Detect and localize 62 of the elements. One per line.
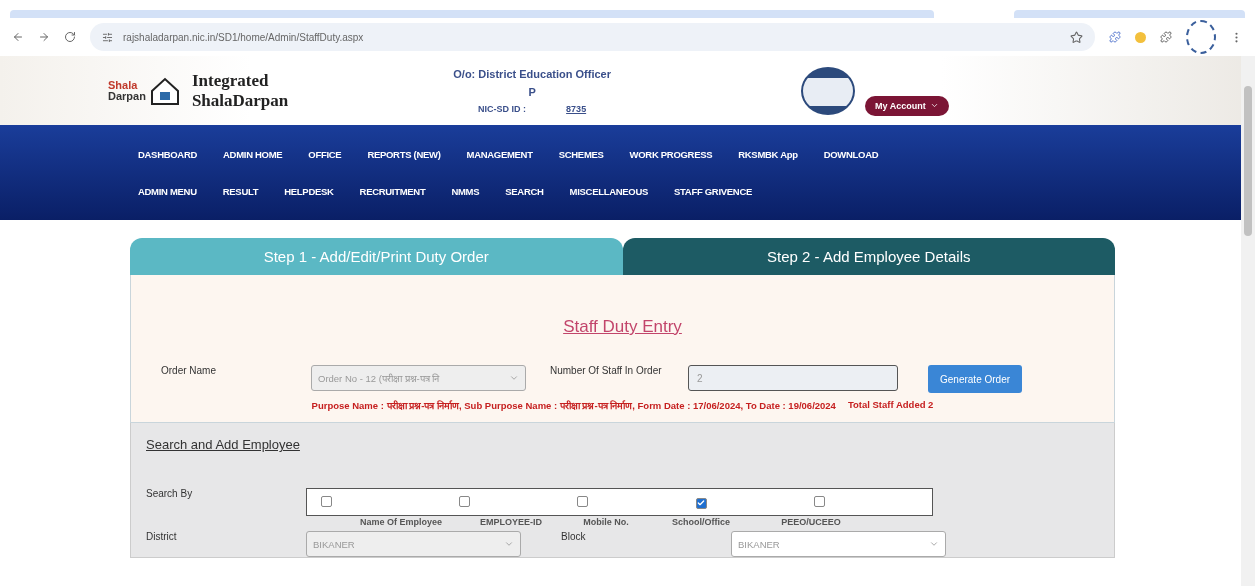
generate-order-button[interactable]: Generate Order (928, 365, 1023, 393)
address-bar[interactable]: rajshaladarpan.nic.in/SD1/home/Admin/StaffDuty.aspx (90, 23, 1095, 51)
nav-link[interactable]: SCHEMES (558, 148, 604, 160)
scrollbar[interactable] (1241, 56, 1255, 586)
section-title: Staff Duty Entry (563, 317, 682, 337)
site-settings-icon[interactable] (102, 31, 113, 43)
option-label: PEEO/UCEEO (780, 517, 842, 527)
checkbox[interactable] (695, 497, 707, 509)
nic-label: NIC-SD ID : (478, 103, 527, 114)
reload-icon[interactable] (64, 31, 76, 43)
nav-link[interactable]: STAFF GRIVENCE (674, 185, 752, 197)
nav-link[interactable]: WORK PROGRESS (629, 148, 713, 160)
nav-link[interactable]: RECRUITMENT (359, 185, 426, 197)
house-logo-icon (149, 75, 180, 106)
field-label: Order Name (161, 365, 217, 376)
checkbox[interactable] (458, 496, 470, 507)
extension-icon[interactable] (1109, 31, 1121, 43)
option-label: Mobile No. (582, 517, 630, 527)
nav-link[interactable]: RESULT (222, 185, 259, 197)
purpose-text: Purpose Name : परीक्षा प्रश्न-पत्र निर्माण, Sub Purpose Name : परीक्षा प्रश्न-पत्र निर्माण, Form Date : 17/06/2024, To Date : 19/06/2024 (311, 399, 836, 412)
caret-icon (929, 101, 939, 110)
back-icon[interactable] (12, 31, 24, 43)
checkbox[interactable] (813, 496, 825, 507)
checkbox[interactable] (577, 496, 589, 507)
nav-link[interactable]: ADMIN HOME (223, 148, 283, 160)
nav-link[interactable]: REPORTS (NEW) (367, 148, 441, 160)
nav-link[interactable]: MISCELLANEOUS (569, 185, 649, 197)
caret-icon (509, 373, 519, 383)
option-label: Name Of Employee (359, 517, 443, 527)
caret-icon (929, 539, 939, 549)
nav-link[interactable]: DOWNLOAD (823, 148, 879, 160)
brand-title: Integrated (191, 70, 270, 91)
field-label: Search By (146, 488, 194, 499)
nav-link[interactable]: HELPDESK (284, 185, 334, 197)
extension-dot-icon[interactable] (1135, 31, 1146, 43)
nav-link[interactable]: ADMIN MENU (138, 185, 197, 197)
my-account-button[interactable]: My Account (864, 95, 949, 116)
brand-title: ShalaDarpan (191, 90, 289, 111)
field-label: District (146, 531, 178, 542)
nav-link[interactable]: MANAGEMENT (466, 148, 533, 160)
section-title: Search and Add Employee (146, 437, 300, 452)
nav-link[interactable]: DASHBOARD (138, 148, 198, 160)
option-label: School/Office (671, 517, 731, 527)
field-label: Block (561, 531, 587, 542)
checkbox[interactable] (321, 496, 332, 507)
nav-link[interactable]: NMMS (451, 185, 480, 197)
logo-text: Darpan (108, 90, 146, 102)
nic-value: 8735 (566, 103, 587, 114)
bookmark-star-icon[interactable] (1070, 30, 1083, 44)
logo-text: Shala (108, 79, 139, 91)
nav-link[interactable]: RKSMBK App (738, 148, 798, 160)
nav-link[interactable]: SEARCH (505, 185, 544, 197)
total-staff-text: Total Staff Added 2 (847, 399, 934, 412)
step-tab[interactable]: Step 2 - Add Employee Details (622, 238, 1115, 275)
nav-link[interactable]: OFFICE (308, 148, 342, 160)
forward-icon[interactable] (38, 31, 50, 43)
option-label: EMPLOYEE-ID (479, 517, 543, 527)
office-subtitle: P (528, 85, 536, 98)
profile-icon[interactable] (1186, 20, 1216, 54)
office-title: O/o: District Education Officer (453, 67, 611, 80)
caret-icon (504, 539, 514, 549)
field-label: Number Of Staff In Order (550, 365, 663, 376)
